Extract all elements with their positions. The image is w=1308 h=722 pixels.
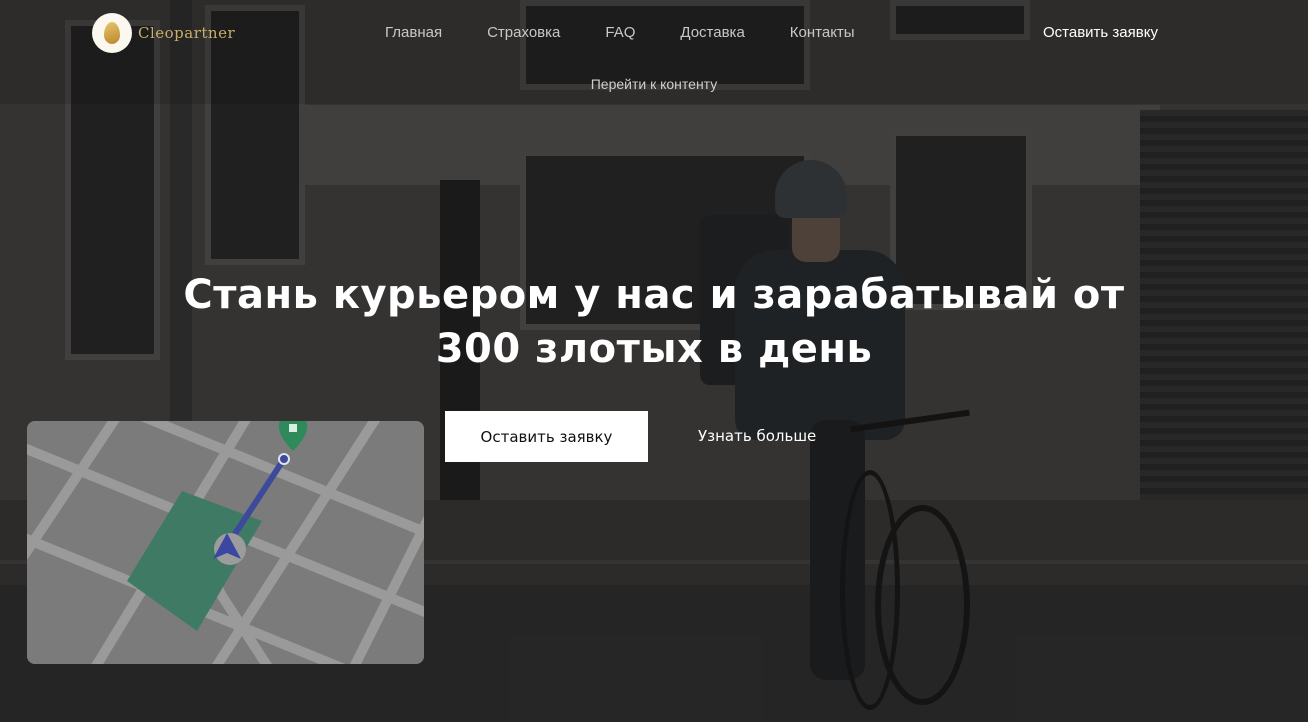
nav-insurance[interactable]: Страховка	[487, 24, 560, 41]
map-card	[27, 421, 424, 664]
logo-text: Cleopartner	[138, 24, 236, 42]
nav-contacts[interactable]: Контакты	[790, 24, 855, 41]
main-nav: Главная Страховка FAQ Доставка Контакты	[385, 24, 900, 41]
nav-delivery[interactable]: Доставка	[680, 24, 744, 41]
learn-more-link[interactable]: Узнать больше	[698, 427, 816, 445]
map-illustration	[27, 421, 424, 664]
logo[interactable]: Cleopartner	[92, 13, 235, 53]
skip-to-content-label: Перейти к контенту	[590, 76, 718, 92]
nav-home[interactable]: Главная	[385, 24, 442, 41]
skip-to-content-link[interactable]: Перейти к контенту	[0, 76, 1308, 92]
headline-line-1: Стань курьером у нас и зарабатывай от	[183, 272, 1125, 318]
nav-faq[interactable]: FAQ	[605, 24, 635, 41]
hero-headline: Стань курьером у нас и зарабатывай от 30…	[0, 268, 1308, 376]
apply-button[interactable]: Оставить заявку	[445, 411, 648, 462]
header-apply-link[interactable]: Оставить заявку	[1043, 24, 1158, 41]
headline-line-2: 300 злотых в день	[435, 326, 873, 372]
logo-icon	[92, 13, 132, 53]
